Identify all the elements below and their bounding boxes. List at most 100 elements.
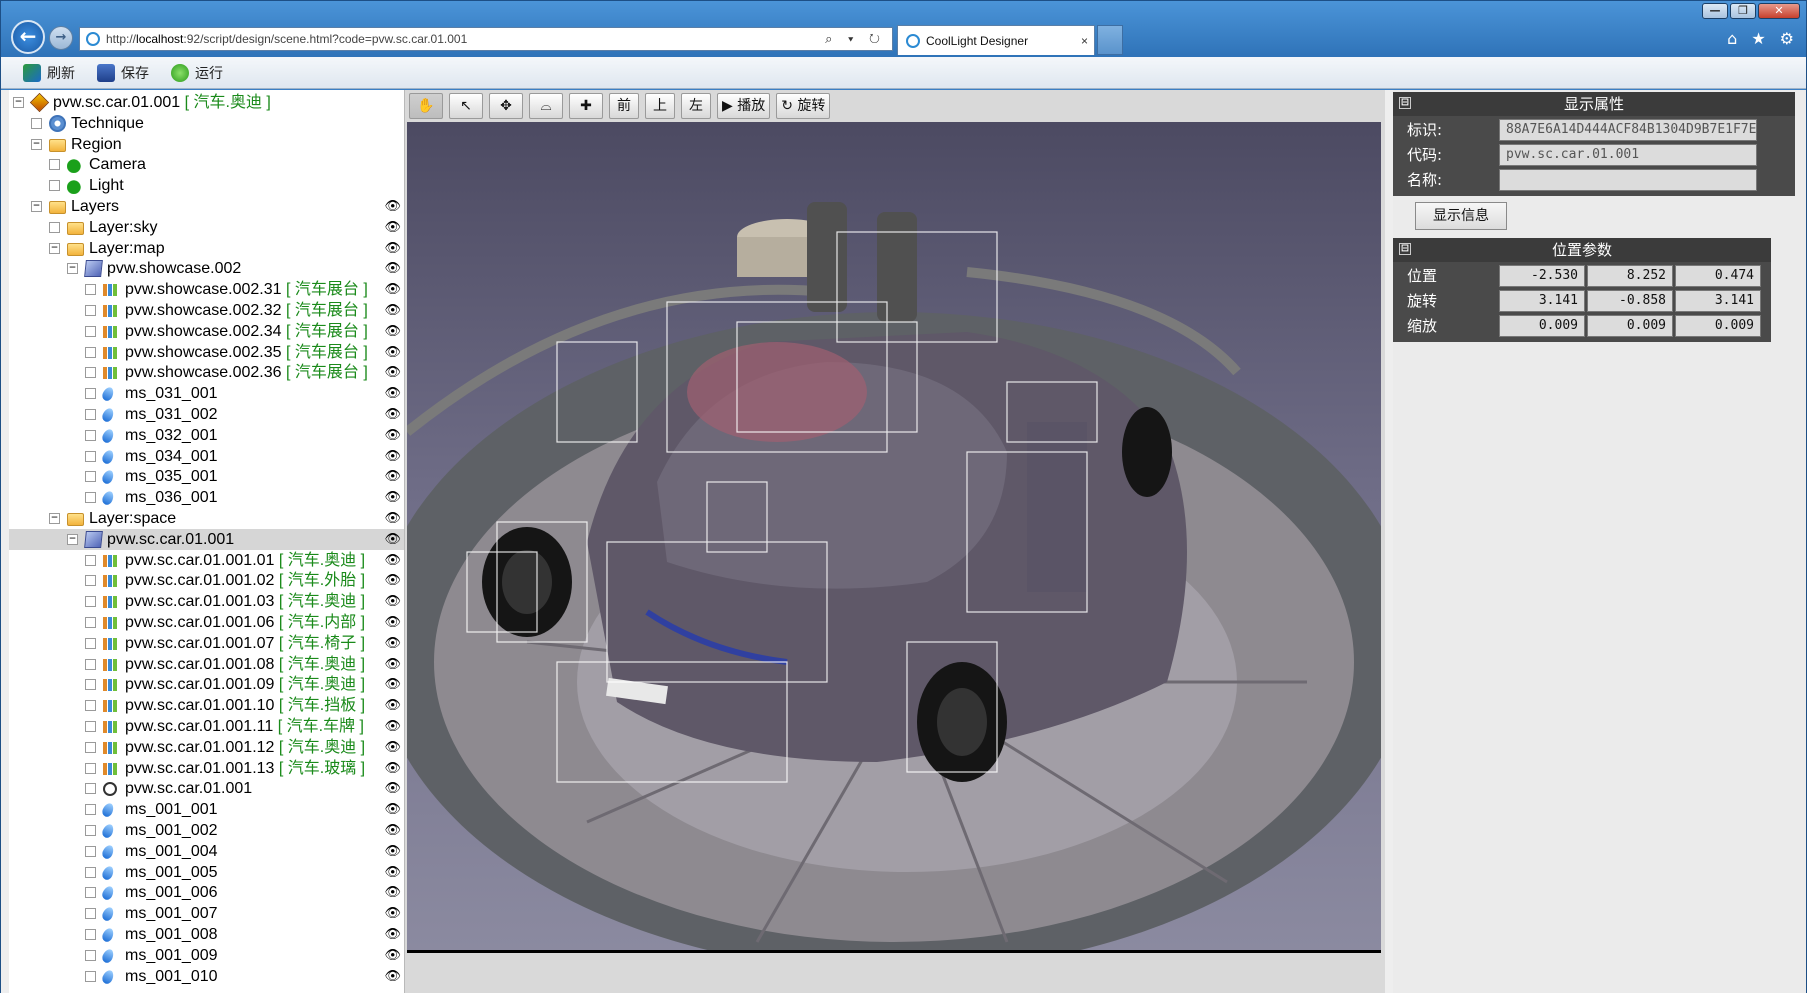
visibility-eye-icon[interactable]: 👁 (384, 866, 401, 879)
top-view-button[interactable]: 上 (645, 93, 675, 119)
visibility-eye-icon[interactable]: 👁 (384, 595, 401, 608)
move-tool-button[interactable]: ✥ (489, 93, 523, 119)
visibility-eye-icon[interactable]: 👁 (384, 658, 401, 671)
leaf-toggle-icon[interactable] (85, 762, 96, 774)
display-props-header[interactable]: ⊟ 显示属性 (1393, 92, 1795, 116)
tree-row[interactable]: Camera (9, 154, 404, 175)
tree-row[interactable]: ms_031_001 👁 (9, 383, 404, 404)
leaf-toggle-icon[interactable] (85, 388, 96, 400)
home-icon[interactable]: ⌂ (1727, 29, 1737, 48)
leaf-toggle-icon[interactable] (85, 741, 96, 753)
visibility-eye-icon[interactable]: 👁 (384, 970, 401, 983)
visibility-eye-icon[interactable]: 👁 (384, 408, 401, 421)
visibility-eye-icon[interactable]: 👁 (384, 304, 401, 317)
leaf-toggle-icon[interactable] (85, 450, 96, 462)
position-value-field[interactable]: 3.141 (1675, 290, 1761, 312)
visibility-eye-icon[interactable]: 👁 (384, 262, 401, 275)
position-params-header[interactable]: ⊟ 位置参数 (1393, 238, 1771, 262)
visibility-eye-icon[interactable]: 👁 (384, 907, 401, 920)
visibility-eye-icon[interactable]: 👁 (384, 387, 401, 400)
leaf-toggle-icon[interactable] (85, 325, 96, 337)
tree-row[interactable]: ms_001_002 👁 (9, 820, 404, 841)
tree-row[interactable]: pvw.sc.car.01.001.08 [ 汽车.奥迪 ] 👁 (9, 654, 404, 675)
leaf-toggle-icon[interactable] (49, 180, 60, 192)
tree-row[interactable]: ms_001_008 👁 (9, 924, 404, 945)
back-button[interactable]: ← (11, 20, 45, 54)
visibility-eye-icon[interactable]: 👁 (384, 221, 401, 234)
position-value-field[interactable]: 8.252 (1587, 265, 1673, 287)
collapse-toggle-icon[interactable]: − (67, 263, 78, 275)
leaf-toggle-icon[interactable] (85, 970, 96, 982)
browser-tab-active[interactable]: CoolLight Designer × (897, 25, 1095, 55)
visibility-eye-icon[interactable]: 👁 (384, 720, 401, 733)
tree-row[interactable]: pvw.sc.car.01.001.10 [ 汽车.挡板 ] 👁 (9, 695, 404, 716)
leaf-toggle-icon[interactable] (31, 117, 42, 129)
leaf-toggle-icon[interactable] (85, 908, 96, 920)
visibility-eye-icon[interactable]: 👁 (384, 928, 401, 941)
tree-row[interactable]: pvw.showcase.002.36 [ 汽车展台 ] 👁 (9, 362, 404, 383)
tree-row[interactable]: ms_034_001 👁 (9, 446, 404, 467)
tree-row[interactable]: ms_035_001 👁 (9, 466, 404, 487)
favorites-star-icon[interactable]: ★ (1751, 29, 1765, 48)
tree-row[interactable]: ms_001_005 👁 (9, 862, 404, 883)
tree-row[interactable]: pvw.sc.car.01.001.11 [ 汽车.车牌 ] 👁 (9, 716, 404, 737)
tree-row[interactable]: pvw.showcase.002.32 [ 汽车展台 ] 👁 (9, 300, 404, 321)
run-button[interactable]: 运行 (171, 63, 223, 83)
play-button[interactable]: ▶ 播放 (717, 93, 771, 119)
tree-row[interactable]: ms_001_004 👁 (9, 841, 404, 862)
leaf-toggle-icon[interactable] (85, 637, 96, 649)
tree-row[interactable]: pvw.sc.car.01.001.03 [ 汽车.奥迪 ] 👁 (9, 591, 404, 612)
leaf-toggle-icon[interactable] (85, 679, 96, 691)
collapse-toggle-icon[interactable]: − (31, 201, 42, 212)
leaf-toggle-icon[interactable] (85, 596, 96, 608)
tree-row[interactable]: Technique (9, 113, 404, 134)
position-value-field[interactable]: 0.009 (1587, 315, 1673, 337)
collapse-toggle-icon[interactable]: − (67, 533, 78, 545)
tree-row[interactable]: − pvw.sc.car.01.001 👁 (9, 528, 404, 550)
visibility-eye-icon[interactable]: 👁 (384, 200, 401, 213)
leaf-toggle-icon[interactable] (85, 492, 96, 504)
tree-row[interactable]: − Layer:space 👁 (9, 508, 404, 529)
visibility-eye-icon[interactable]: 👁 (384, 429, 401, 442)
position-value-field[interactable]: 0.474 (1675, 265, 1761, 287)
leaf-toggle-icon[interactable] (85, 825, 96, 836)
leaf-toggle-icon[interactable] (85, 429, 96, 441)
code-field[interactable]: pvw.sc.car.01.001 (1499, 144, 1757, 166)
visibility-eye-icon[interactable]: 👁 (384, 762, 401, 775)
tree-row[interactable]: − Region (9, 134, 404, 155)
tools-gear-icon[interactable]: ⚙ (1780, 29, 1794, 48)
leaf-toggle-icon[interactable] (85, 804, 96, 816)
tree-row[interactable]: Light (9, 175, 404, 196)
zoom-tool-button[interactable]: ✚ (569, 93, 603, 119)
tree-row[interactable]: pvw.sc.car.01.001.01 [ 汽车.奥迪 ] 👁 (9, 550, 404, 571)
collapse-toggle-icon[interactable]: − (31, 138, 42, 150)
minimize-button[interactable]: — (1702, 3, 1728, 19)
visibility-eye-icon[interactable]: 👁 (384, 512, 401, 525)
tree-row[interactable]: pvw.showcase.002.31 [ 汽车展台 ] 👁 (9, 279, 404, 300)
3d-scene-canvas[interactable] (374, 122, 1414, 972)
tree-row[interactable]: − Layers 👁 (9, 196, 404, 217)
collapse-toggle-icon[interactable]: − (49, 513, 60, 524)
visibility-eye-icon[interactable]: 👁 (384, 949, 401, 962)
tree-row[interactable]: ms_036_001 👁 (9, 487, 404, 508)
tree-row[interactable]: ms_001_009 👁 (9, 945, 404, 966)
leaf-toggle-icon[interactable] (85, 409, 96, 420)
forward-button[interactable]: → (49, 26, 73, 50)
leaf-toggle-icon[interactable] (85, 617, 96, 628)
name-field[interactable] (1499, 169, 1757, 191)
tree-row[interactable]: ms_001_006 👁 (9, 882, 404, 903)
visibility-eye-icon[interactable]: 👁 (384, 325, 401, 338)
position-value-field[interactable]: 3.141 (1499, 290, 1585, 312)
collapse-toggle-icon[interactable]: − (13, 97, 24, 108)
position-value-field[interactable]: 0.009 (1675, 315, 1761, 337)
visibility-eye-icon[interactable]: 👁 (384, 470, 401, 483)
save-button[interactable]: 保存 (97, 63, 149, 83)
tree-row[interactable]: pvw.sc.car.01.001 👁 (9, 778, 404, 799)
leaf-toggle-icon[interactable] (85, 305, 96, 316)
visibility-eye-icon[interactable]: 👁 (384, 678, 401, 691)
id-field[interactable]: 88A7E6A14D444ACF84B1304D9B7E1F7E (1499, 119, 1757, 141)
visibility-eye-icon[interactable]: 👁 (384, 574, 401, 587)
visibility-eye-icon[interactable]: 👁 (384, 886, 401, 899)
visibility-eye-icon[interactable]: 👁 (384, 699, 401, 712)
collapse-toggle-icon[interactable]: ⊟ (1399, 243, 1411, 255)
